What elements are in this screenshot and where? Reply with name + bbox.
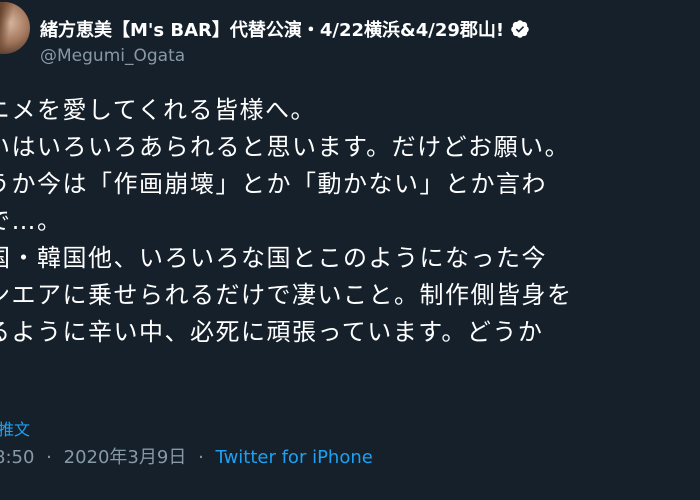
author-display-name[interactable]: 緒方恵美【M's BAR】代替公演・4/22横浜&4/29郡山! [40, 16, 504, 42]
tweet-line: いはいろいろあられると思います。だけどお願い。 [0, 133, 571, 161]
author-handle[interactable]: @Megumi_Ogata [40, 46, 185, 66]
tweet-line: ニメを愛してくれる皆様へ。 [0, 96, 317, 124]
verified-badge-icon [511, 20, 529, 38]
author-name-row: 緒方恵美【M's BAR】代替公演・4/22横浜&4/29郡山! [40, 16, 530, 42]
meta-separator: · [198, 447, 204, 468]
avatar[interactable] [0, 2, 30, 54]
meta-separator: · [46, 447, 52, 468]
tweet-line: ンエアに乗せられるだけで凄いこと。制作側皆身を [0, 281, 573, 309]
tweet-source-link[interactable]: Twitter for iPhone [216, 447, 373, 468]
tweet-time[interactable]: 8:50 [0, 447, 34, 468]
tweet-text: ニメを愛してくれる皆様へ。 いはいろいろあられると思います。だけどお願い。 うか… [0, 92, 700, 351]
tweet-line: るように辛い中、必死に頑張っています。どうか [0, 318, 544, 346]
tweet-meta: 8:50 · 2020年3月9日 · Twitter for iPhone [0, 443, 373, 469]
tweet-line: で…。 [0, 207, 63, 235]
translate-tweet-link[interactable]: 推文 [0, 416, 30, 440]
tweet-date[interactable]: 2020年3月9日 [64, 447, 187, 468]
tweet-line: 国・韓国他、いろいろな国とこのようになった今 [0, 244, 547, 272]
avatar-hair [0, 2, 30, 54]
tweet-line: うか今は「作画崩壊」とか「動かない」とか言わ [0, 170, 547, 198]
